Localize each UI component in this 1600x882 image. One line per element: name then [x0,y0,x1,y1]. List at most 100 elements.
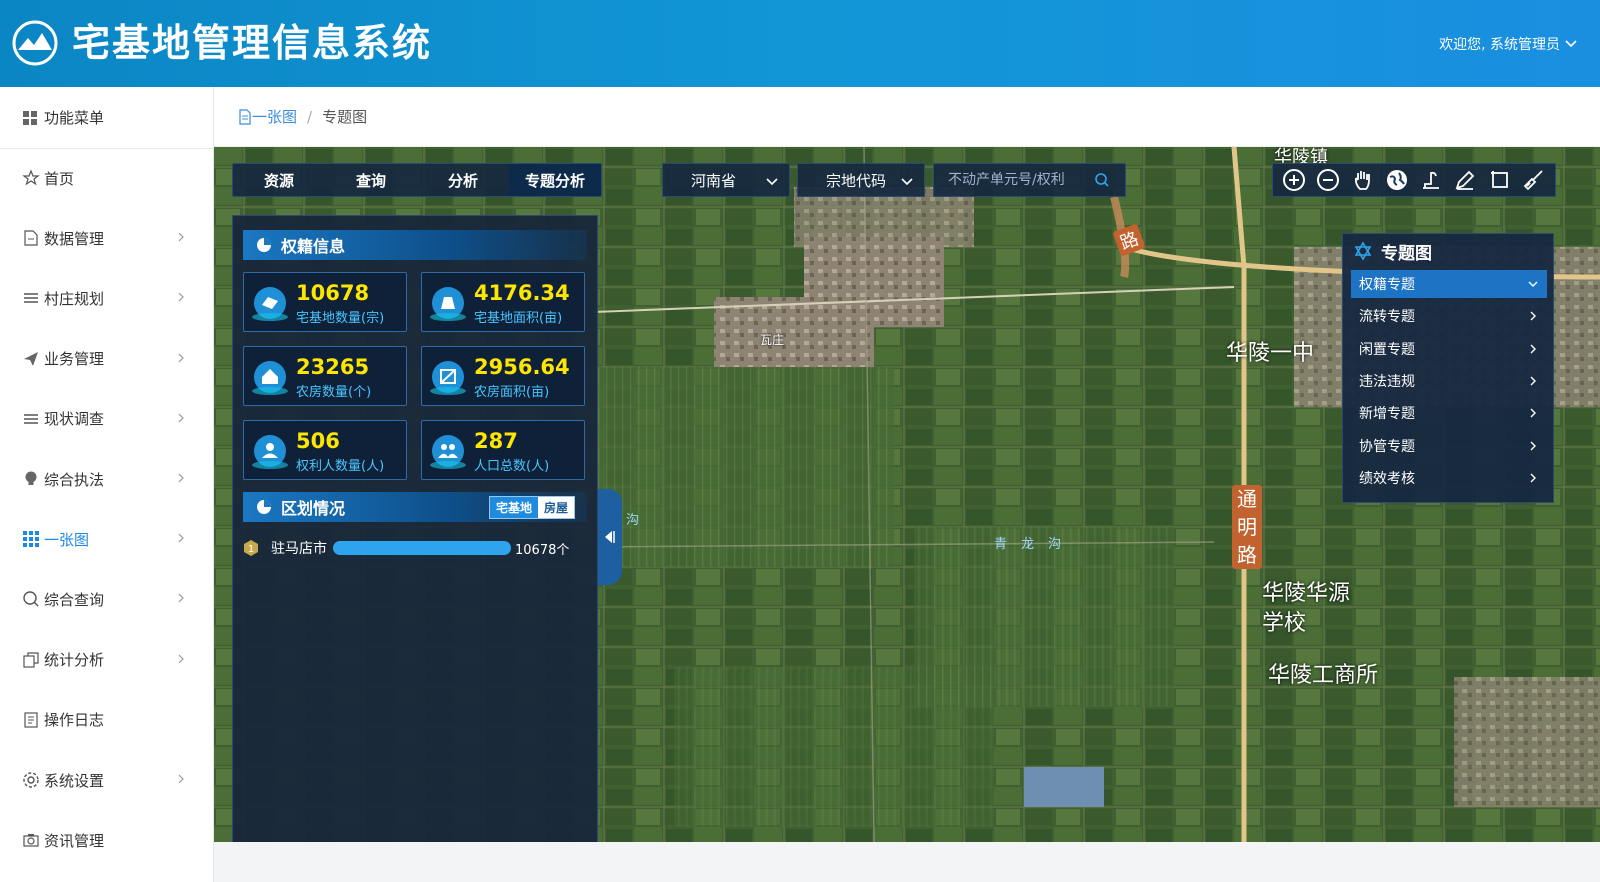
stat-value: 506 [296,429,340,453]
footer-strip [214,842,1600,882]
chevron-right-icon [1530,408,1536,418]
chevron-down-icon [901,178,913,186]
sidebar: 功能菜单 首页 数据管理 村庄规划 业务管理 现状调查 综合执法 一张图 综合查询 统计分析 操作… [0,87,214,882]
stat-icon [252,435,288,469]
province-select[interactable]: 河南省 [662,163,790,197]
ranking-row: 1 驻马店市 10678个 [243,538,587,558]
breadcrumb-root-label: 一张图 [252,108,298,126]
chevron-right-icon [178,353,184,363]
chevron-right-icon [178,413,184,423]
search-icon[interactable] [1094,172,1110,188]
app-title: 宅基地管理信息系统 [72,21,433,65]
theme-item[interactable]: 新增专题 [1351,399,1547,427]
svg-text:1: 1 [248,544,254,555]
map-search-box [933,163,1126,197]
map-label: 华陵华源 [1262,581,1351,606]
camera-icon [22,831,40,849]
sidebar-item-label: 操作日志 [44,711,105,730]
toggle-homestead[interactable]: 宅基地 [489,497,538,518]
pie-chart-icon [257,238,271,252]
code-type-select[interactable]: 宗地代码 [797,163,925,197]
measure-area-button[interactable] [1487,167,1513,193]
sidebar-item[interactable]: 村庄规划 [0,278,214,318]
brush-icon [1523,170,1543,191]
theme-item-label: 协管专题 [1359,438,1415,455]
theme-item[interactable]: 流转专题 [1351,302,1547,330]
theme-item-label: 权籍专题 [1359,277,1415,293]
sidebar-item[interactable]: 系统设置 [0,760,214,800]
stat-card: 2956.64 农房面积(亩) [421,346,585,406]
map-tab[interactable]: 查询 [325,164,417,196]
bulb-icon [22,470,40,488]
theme-item-label: 违法违规 [1359,373,1415,390]
map-road-label: 通 明 路 [1232,485,1262,569]
map-tab[interactable]: 资源 [233,164,325,196]
stat-value: 287 [474,429,518,453]
sidebar-item-label: 数据管理 [44,229,105,248]
breadcrumb: 一张图 / 专题图 [214,87,1600,147]
document-icon [239,108,251,125]
sidebar-item[interactable]: 一张图 [0,519,214,559]
grid-icon [23,110,37,125]
map-label: 沟 [626,513,640,528]
app-header: 宅基地管理信息系统 欢迎您, 系统管理员 [0,0,1600,87]
sidebar-item[interactable]: 现状调查 [0,399,214,439]
ranking-bar [333,541,511,555]
code-type-select-value: 宗地代码 [826,171,887,190]
theme-item[interactable]: 权籍专题 [1351,270,1547,298]
zoom-in-icon [1283,169,1306,191]
log-icon [22,711,40,729]
map-tab[interactable]: 专题分析 [509,164,601,196]
chevron-down-icon[interactable] [1564,36,1578,50]
section-title-rights-label: 权籍信息 [281,237,346,256]
map-view[interactable]: 华陵一中 华陵华源 学校 华陵工商所 通 明 路 华陵镇 青龙沟 沟 路 瓦庄 … [214,147,1600,842]
sidebar-item[interactable]: 统计分析 [0,640,214,680]
panel-collapse-button[interactable] [598,489,622,585]
map-search-input[interactable] [934,172,1094,188]
toggle-house[interactable]: 房屋 [538,497,574,518]
ruler-icon [1423,171,1440,189]
theme-item[interactable]: 违法违规 [1351,367,1547,395]
sidebar-item-label: 资讯管理 [44,831,105,850]
breadcrumb-root[interactable]: 一张图 [238,106,297,127]
zoom-in-button[interactable] [1281,167,1307,193]
sidebar-item[interactable]: 综合执法 [0,459,214,499]
stat-icon [430,287,466,321]
chevron-down-icon [766,178,778,186]
sidebar-item[interactable]: 综合查询 [0,579,214,619]
clear-button[interactable] [1521,167,1547,193]
draw-button[interactable] [1452,167,1478,193]
province-select-value: 河南省 [691,171,737,190]
sidebar-item[interactable]: 首页 [0,158,214,198]
sidebar-item[interactable]: 数据管理 [0,218,214,258]
area-icon [1490,171,1508,188]
road-char: 明 [1237,515,1257,539]
theme-panel: 专题图 权籍专题 流转专题 闲置专题 违法违规 新增专题 协管专题 绩效考核 [1342,233,1554,503]
pencil-icon [1455,170,1475,190]
star-icon [22,169,40,187]
ranking-name: 驻马店市 [271,541,327,557]
globe-button[interactable] [1384,167,1410,193]
sidebar-item[interactable]: 业务管理 [0,339,214,379]
user-welcome[interactable]: 欢迎您, 系统管理员 [1439,34,1560,54]
stat-label: 权利人数量(人) [296,459,385,474]
sidebar-item[interactable]: 资讯管理 [0,820,214,860]
stat-label: 农房面积(亩) [474,385,550,400]
globe-icon [1386,170,1407,190]
sidebar-item[interactable]: 操作日志 [0,700,214,740]
sidebar-item-label: 综合查询 [44,590,105,609]
pan-button[interactable] [1350,167,1376,193]
sidebar-item-label: 系统设置 [44,771,105,790]
theme-item[interactable]: 协管专题 [1351,432,1547,460]
measure-distance-button[interactable] [1418,167,1444,193]
map-tab[interactable]: 分析 [417,164,509,196]
stat-card: 287 人口总数(人) [421,420,585,480]
map-label: 瓦庄 [760,333,785,347]
chevron-right-icon [178,654,184,664]
search-icon [22,590,40,608]
star-of-david-icon [1354,241,1372,261]
theme-item[interactable]: 绩效考核 [1351,464,1547,492]
stat-label: 农房数量(个) [296,385,372,400]
zoom-out-button[interactable] [1315,167,1341,193]
theme-item[interactable]: 闲置专题 [1351,335,1547,363]
